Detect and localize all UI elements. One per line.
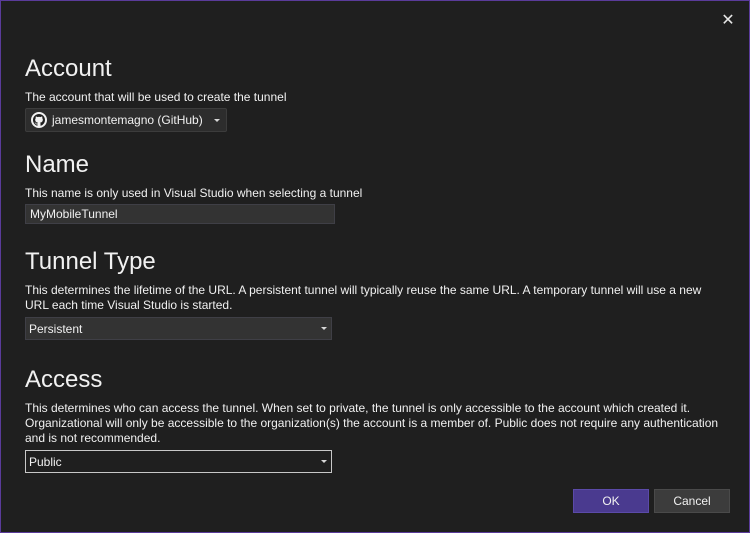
access-selected: Public	[29, 454, 62, 469]
account-selected-label: jamesmontemagno (GitHub)	[52, 113, 203, 127]
close-icon[interactable]: ✕	[717, 9, 739, 31]
cancel-button[interactable]: Cancel	[654, 489, 730, 513]
tunnel-type-selected: Persistent	[29, 321, 83, 336]
access-select[interactable]: Public	[25, 450, 332, 473]
access-description: This determines who can access the tunne…	[25, 401, 719, 445]
tunnel-type-heading: Tunnel Type	[25, 248, 156, 275]
github-icon	[31, 112, 47, 128]
tunnel-name-field[interactable]: MyMobileTunnel	[25, 204, 335, 224]
chevron-down-icon	[213, 118, 220, 122]
access-heading: Access	[25, 366, 103, 393]
name-description: This name is only used in Visual Studio …	[25, 186, 363, 200]
chevron-down-icon	[321, 327, 327, 330]
create-tunnel-dialog: ✕ Account The account that will be used …	[0, 0, 750, 533]
ok-button[interactable]: OK	[573, 489, 649, 513]
name-heading: Name	[25, 151, 90, 178]
tunnel-type-select[interactable]: Persistent	[25, 317, 332, 340]
account-dropdown[interactable]: jamesmontemagno (GitHub)	[25, 108, 227, 132]
tunnel-type-description: This determines the lifetime of the URL.…	[25, 283, 702, 312]
account-heading: Account	[25, 55, 112, 82]
account-description: The account that will be used to create …	[25, 90, 287, 104]
chevron-down-icon	[321, 460, 327, 463]
